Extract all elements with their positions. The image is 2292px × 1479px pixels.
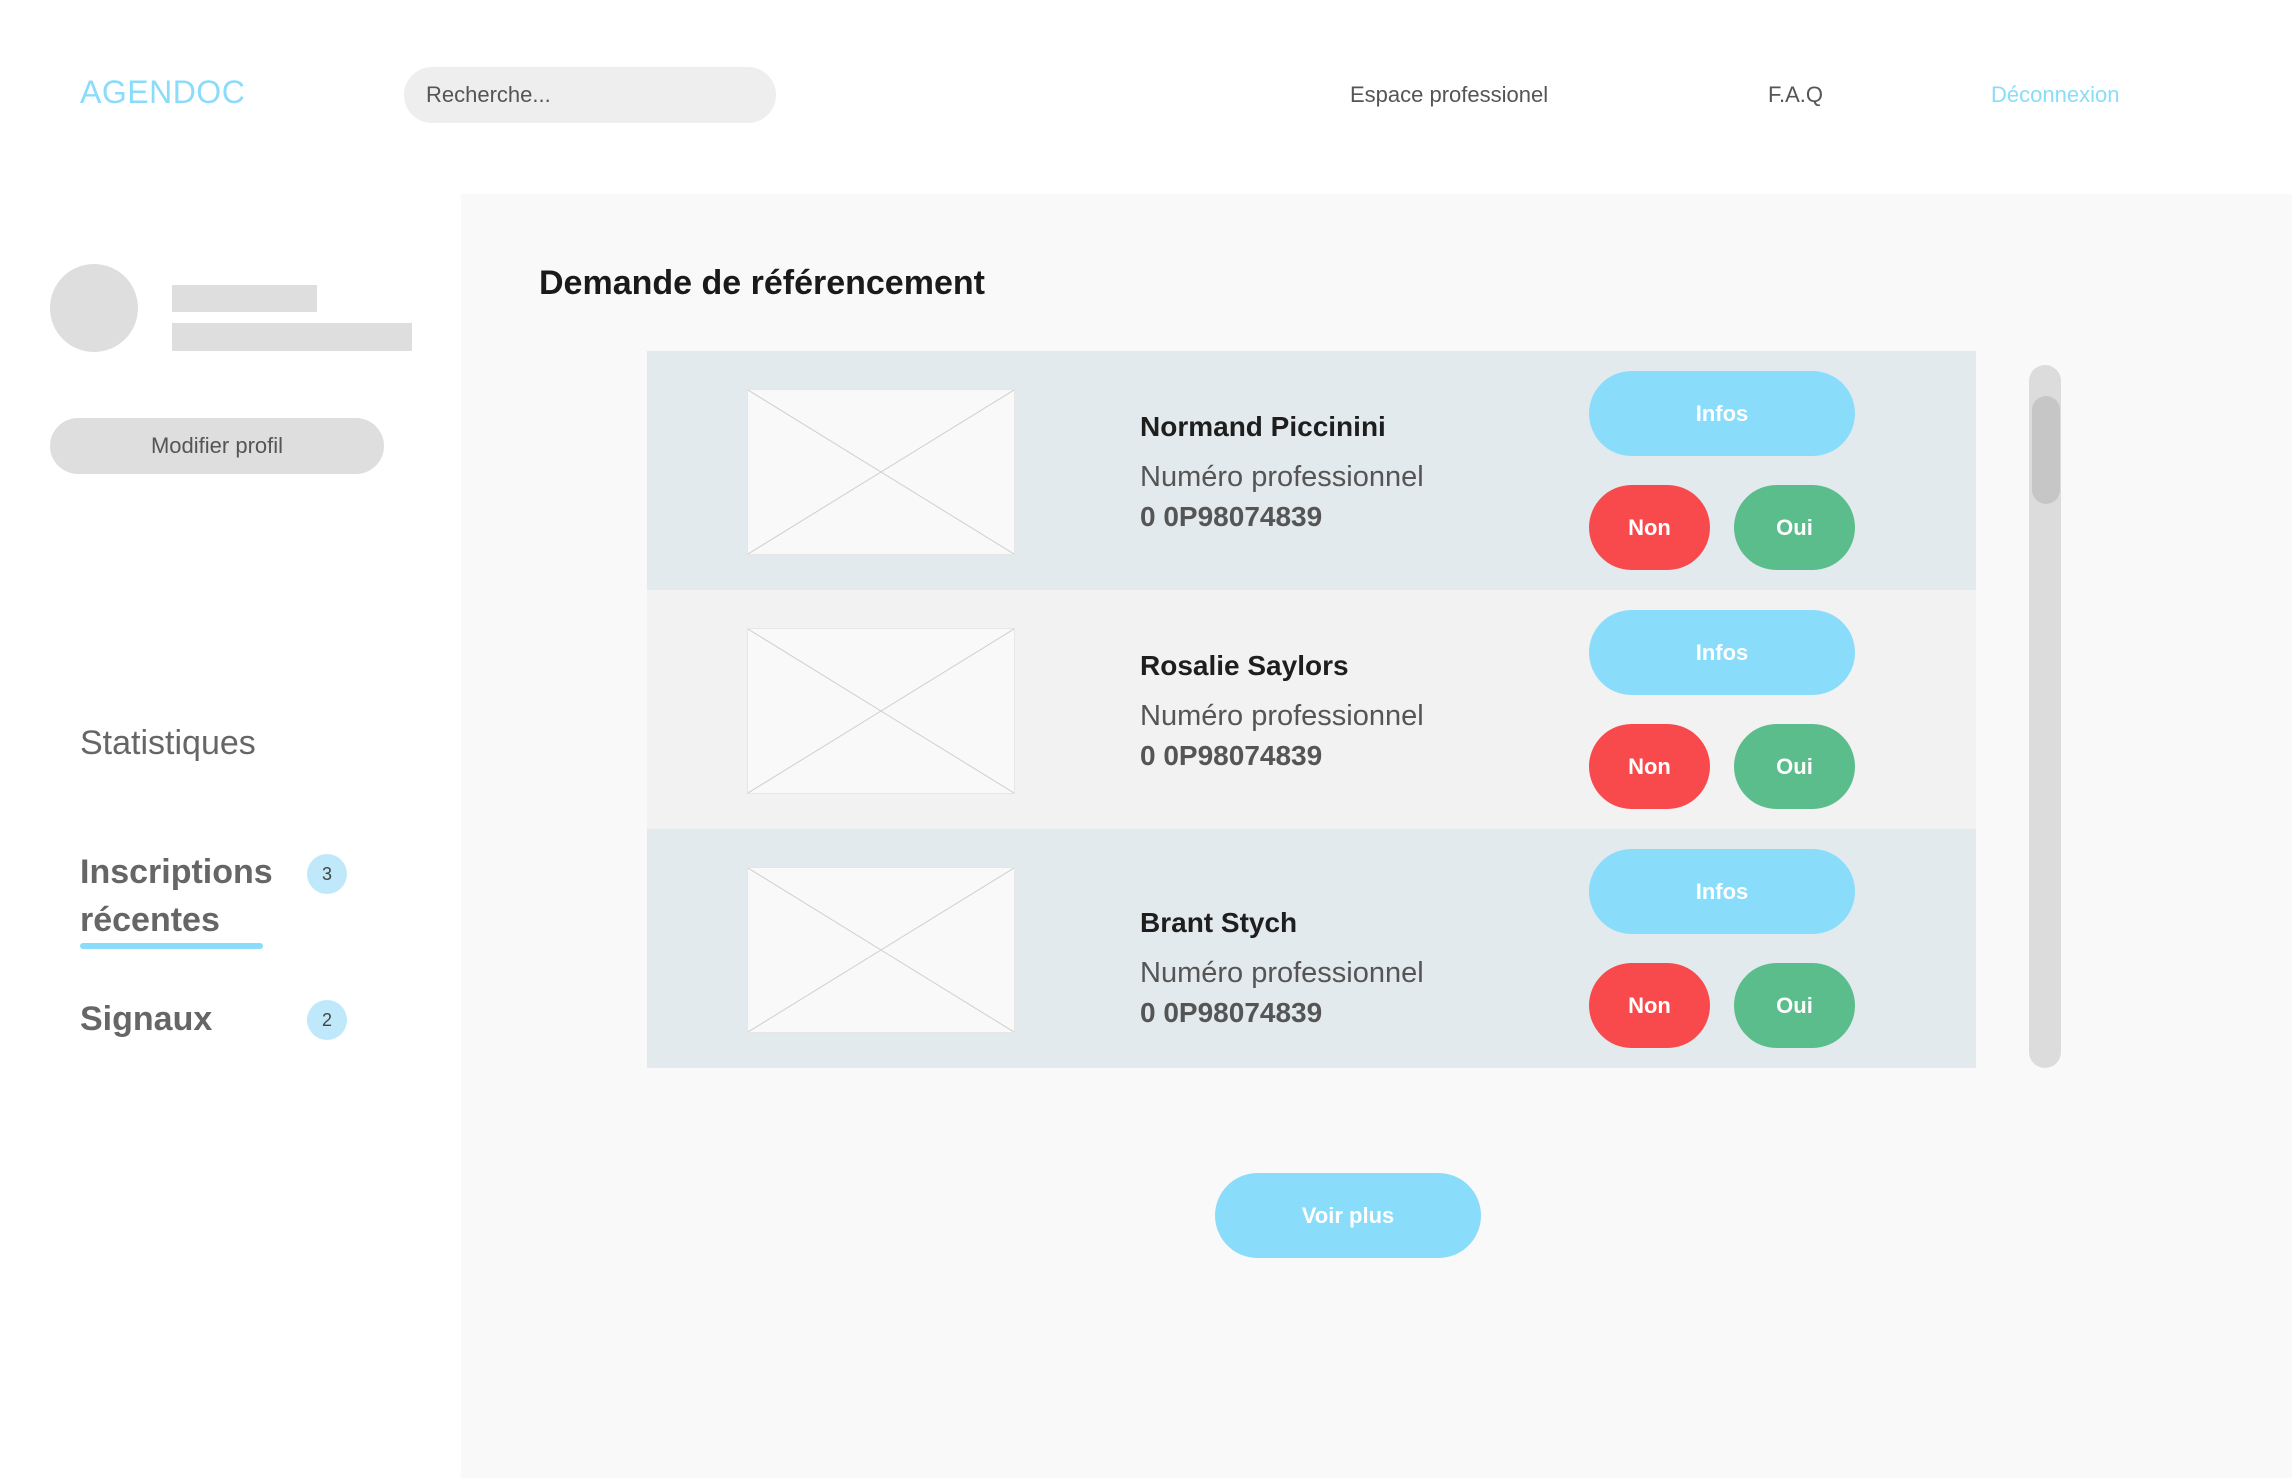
professional-number: 0 0P98074839 [1140,501,1323,532]
active-item-underline [80,943,263,949]
infos-button[interactable]: Infos [1589,371,1855,456]
image-placeholder-icon [747,628,1015,794]
requester-name: Brant Stych [1140,907,1298,938]
accept-button[interactable]: Oui [1734,485,1855,570]
number-label: Numéro professionnel [1140,700,1424,732]
reports-count-badge: 2 [307,1000,347,1040]
sidebar-item-reports[interactable]: Signaux [80,1000,212,1039]
infos-button[interactable]: Infos [1589,849,1855,934]
profile-name-placeholder [172,285,317,312]
registrations-count-badge: 3 [307,854,347,894]
avatar [50,264,138,352]
professional-number: 0 0P98074839 [1140,997,1323,1028]
sidebar-item-recent-registrations[interactable]: Inscriptions récentes [80,848,280,944]
nav-faq[interactable]: F.A.Q [1768,82,1823,108]
request-list[interactable]: Normand Piccinini Numéro professionnel 0… [647,351,1976,1068]
request-card: Brant Stych Numéro professionnel 0 0P980… [647,829,1976,1068]
request-card: Normand Piccinini Numéro professionnel 0… [647,351,1976,590]
requester-name: Rosalie Saylors [1140,650,1349,681]
image-placeholder-icon [747,389,1015,555]
image-placeholder-icon [747,867,1015,1033]
accept-button[interactable]: Oui [1734,724,1855,809]
edit-profile-button[interactable]: Modifier profil [50,418,384,474]
app-logo[interactable]: AGENDOC [80,74,245,111]
search-input[interactable] [404,67,776,123]
professional-number: 0 0P98074839 [1140,740,1323,771]
number-label: Numéro professionnel [1140,957,1424,989]
page-title: Demande de référencement [539,264,985,302]
infos-button[interactable]: Infos [1589,610,1855,695]
see-more-button[interactable]: Voir plus [1215,1173,1481,1258]
sidebar-item-statistics[interactable]: Statistiques [80,724,256,763]
requester-name: Normand Piccinini [1140,411,1386,442]
reject-button[interactable]: Non [1589,724,1710,809]
accept-button[interactable]: Oui [1734,963,1855,1048]
number-label: Numéro professionnel [1140,461,1424,493]
logout-link[interactable]: Déconnexion [1991,82,2119,108]
scrollbar-thumb[interactable] [2032,396,2060,504]
profile-detail-placeholder [172,323,412,351]
request-card: Rosalie Saylors Numéro professionnel 0 0… [647,590,1976,829]
nav-professional-space[interactable]: Espace professionel [1350,82,1548,108]
reject-button[interactable]: Non [1589,485,1710,570]
reject-button[interactable]: Non [1589,963,1710,1048]
